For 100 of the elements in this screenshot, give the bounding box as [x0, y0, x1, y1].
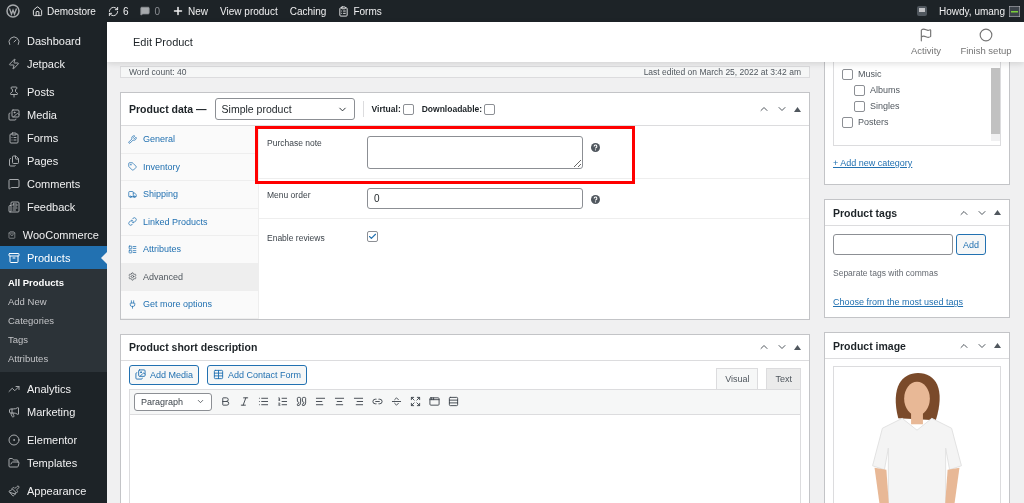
link-icon[interactable] — [372, 396, 383, 407]
category-label: Music — [858, 69, 882, 79]
panel-tab[interactable]: Advanced — [121, 263, 258, 291]
submenu-item[interactable]: Attributes — [0, 349, 107, 368]
comment-count[interactable]: 0 — [154, 5, 161, 17]
checkbox[interactable] — [402, 103, 414, 115]
format-select[interactable]: Paragraph — [134, 392, 212, 411]
menu-item[interactable]: Elementor — [0, 428, 107, 451]
images-icon — [8, 108, 20, 121]
menu-item[interactable]: Media — [0, 103, 107, 126]
field-label: Menu order — [267, 189, 312, 200]
menu-item[interactable]: Pages — [0, 149, 107, 172]
menu-item[interactable]: Comments — [0, 172, 107, 195]
align-left-icon[interactable] — [315, 396, 326, 407]
menu-order-field[interactable]: 0 — [367, 188, 583, 209]
toolbar-link[interactable]: View product — [220, 5, 278, 17]
reviews-checkbox[interactable] — [367, 231, 378, 242]
menu-item[interactable]: Posts — [0, 80, 107, 103]
collapse-toggle-icon[interactable] — [794, 344, 801, 350]
tag-field[interactable] — [833, 234, 953, 255]
last-edited: Last edited on March 25, 2022 at 3:42 am — [643, 67, 801, 77]
window-icon[interactable] — [429, 396, 440, 407]
panel-tab[interactable]: Inventory — [121, 153, 258, 181]
category-label: Singles — [870, 101, 900, 111]
tags-hint: Separate tags with commas — [833, 268, 939, 278]
product-type-select[interactable]: Simple product — [214, 98, 355, 120]
add-category-link[interactable]: + Add new category — [833, 158, 1001, 168]
separator-icon[interactable] — [391, 396, 402, 407]
plus-icon — [172, 5, 185, 17]
editor-tab[interactable]: Text — [766, 367, 801, 389]
files-icon — [8, 154, 20, 167]
menu-item[interactable]: Jetpack — [0, 52, 107, 75]
panel-tab[interactable]: Get more options — [121, 291, 258, 319]
menu-item[interactable]: Dashboard — [0, 29, 107, 52]
menu-item[interactable]: Products — [0, 246, 107, 269]
numbered-list-icon[interactable] — [277, 396, 288, 407]
header-action[interactable]: Activity — [896, 28, 956, 56]
forms-link[interactable]: Forms — [353, 5, 382, 17]
update-count[interactable]: 6 — [122, 5, 129, 17]
toolbar-link[interactable]: Caching — [289, 5, 327, 17]
menu-item[interactable]: WooCommerce — [0, 223, 107, 246]
add-tag-button[interactable]: Add — [956, 234, 986, 255]
menu-item[interactable]: Feedback — [0, 195, 107, 218]
circle-icon — [8, 433, 20, 446]
collapse-toggle-icon[interactable] — [994, 343, 1001, 348]
speech-bubble-icon — [8, 177, 20, 190]
megaphone-icon — [8, 405, 20, 418]
newspaper-icon — [8, 200, 20, 213]
panel-tab[interactable]: Attributes — [121, 236, 258, 264]
refresh-icon — [107, 5, 119, 17]
menu-item[interactable]: Marketing — [0, 400, 107, 423]
checkbox[interactable] — [854, 100, 865, 112]
align-right-icon[interactable] — [353, 396, 364, 407]
rows-icon[interactable] — [448, 396, 459, 407]
checkbox[interactable] — [842, 116, 853, 128]
menu-item[interactable]: Appearance — [0, 479, 107, 502]
bullet-list-icon[interactable] — [258, 396, 269, 407]
menu-item[interactable]: Forms — [0, 126, 107, 149]
new-link[interactable]: New — [188, 5, 209, 17]
submenu-item[interactable]: Categories — [0, 311, 107, 330]
editor-tab[interactable]: Visual — [716, 367, 759, 389]
paintbrush-icon — [8, 484, 20, 497]
most-used-tags-link[interactable]: Choose from the most used tags — [833, 297, 1001, 307]
media-button[interactable]: Add Media — [129, 364, 200, 385]
clipboard-icon — [338, 5, 350, 17]
submenu-item[interactable]: Tags — [0, 330, 107, 349]
submenu-item[interactable]: Add New — [0, 292, 107, 311]
archive-icon — [8, 251, 20, 264]
menu-item[interactable]: Templates — [0, 451, 107, 474]
category-label: Albums — [870, 85, 900, 95]
menu-item[interactable]: Analytics — [0, 377, 107, 400]
purchase-note-field[interactable] — [367, 136, 583, 169]
site-link[interactable]: Demostore — [47, 5, 96, 17]
help-icon — [591, 143, 600, 152]
header-action[interactable]: Finish setup — [956, 28, 1016, 56]
collapse-toggle-icon[interactable] — [994, 210, 1001, 215]
panel-tab[interactable]: General — [121, 126, 258, 154]
gauge-icon — [8, 34, 20, 47]
panel-tab[interactable]: Shipping — [121, 181, 258, 209]
align-center-icon[interactable] — [334, 396, 345, 407]
checkbox[interactable] — [854, 84, 865, 96]
notification-icon[interactable] — [917, 6, 928, 16]
caret-icon — [196, 397, 205, 406]
media-button[interactable]: Add Contact Form — [207, 364, 308, 385]
scrollbar[interactable] — [991, 68, 1000, 141]
collapse-toggle-icon[interactable] — [794, 106, 801, 112]
panel-tab[interactable]: Linked Products — [121, 208, 258, 236]
submenu-item[interactable]: All Products — [0, 273, 107, 292]
circle-icon — [979, 28, 993, 42]
truck-icon — [128, 189, 137, 199]
checkbox[interactable] — [842, 68, 853, 80]
italic-icon[interactable] — [239, 396, 250, 407]
user-greeting[interactable]: Howdy, umang — [939, 5, 1005, 17]
quote-icon[interactable] — [296, 396, 307, 407]
expand-icon[interactable] — [410, 396, 421, 407]
logo-icon[interactable] — [6, 4, 20, 18]
checkbox[interactable] — [484, 103, 496, 115]
bold-icon[interactable] — [220, 396, 231, 407]
avatar-icon[interactable] — [1009, 5, 1020, 17]
bag-icon — [8, 228, 16, 241]
